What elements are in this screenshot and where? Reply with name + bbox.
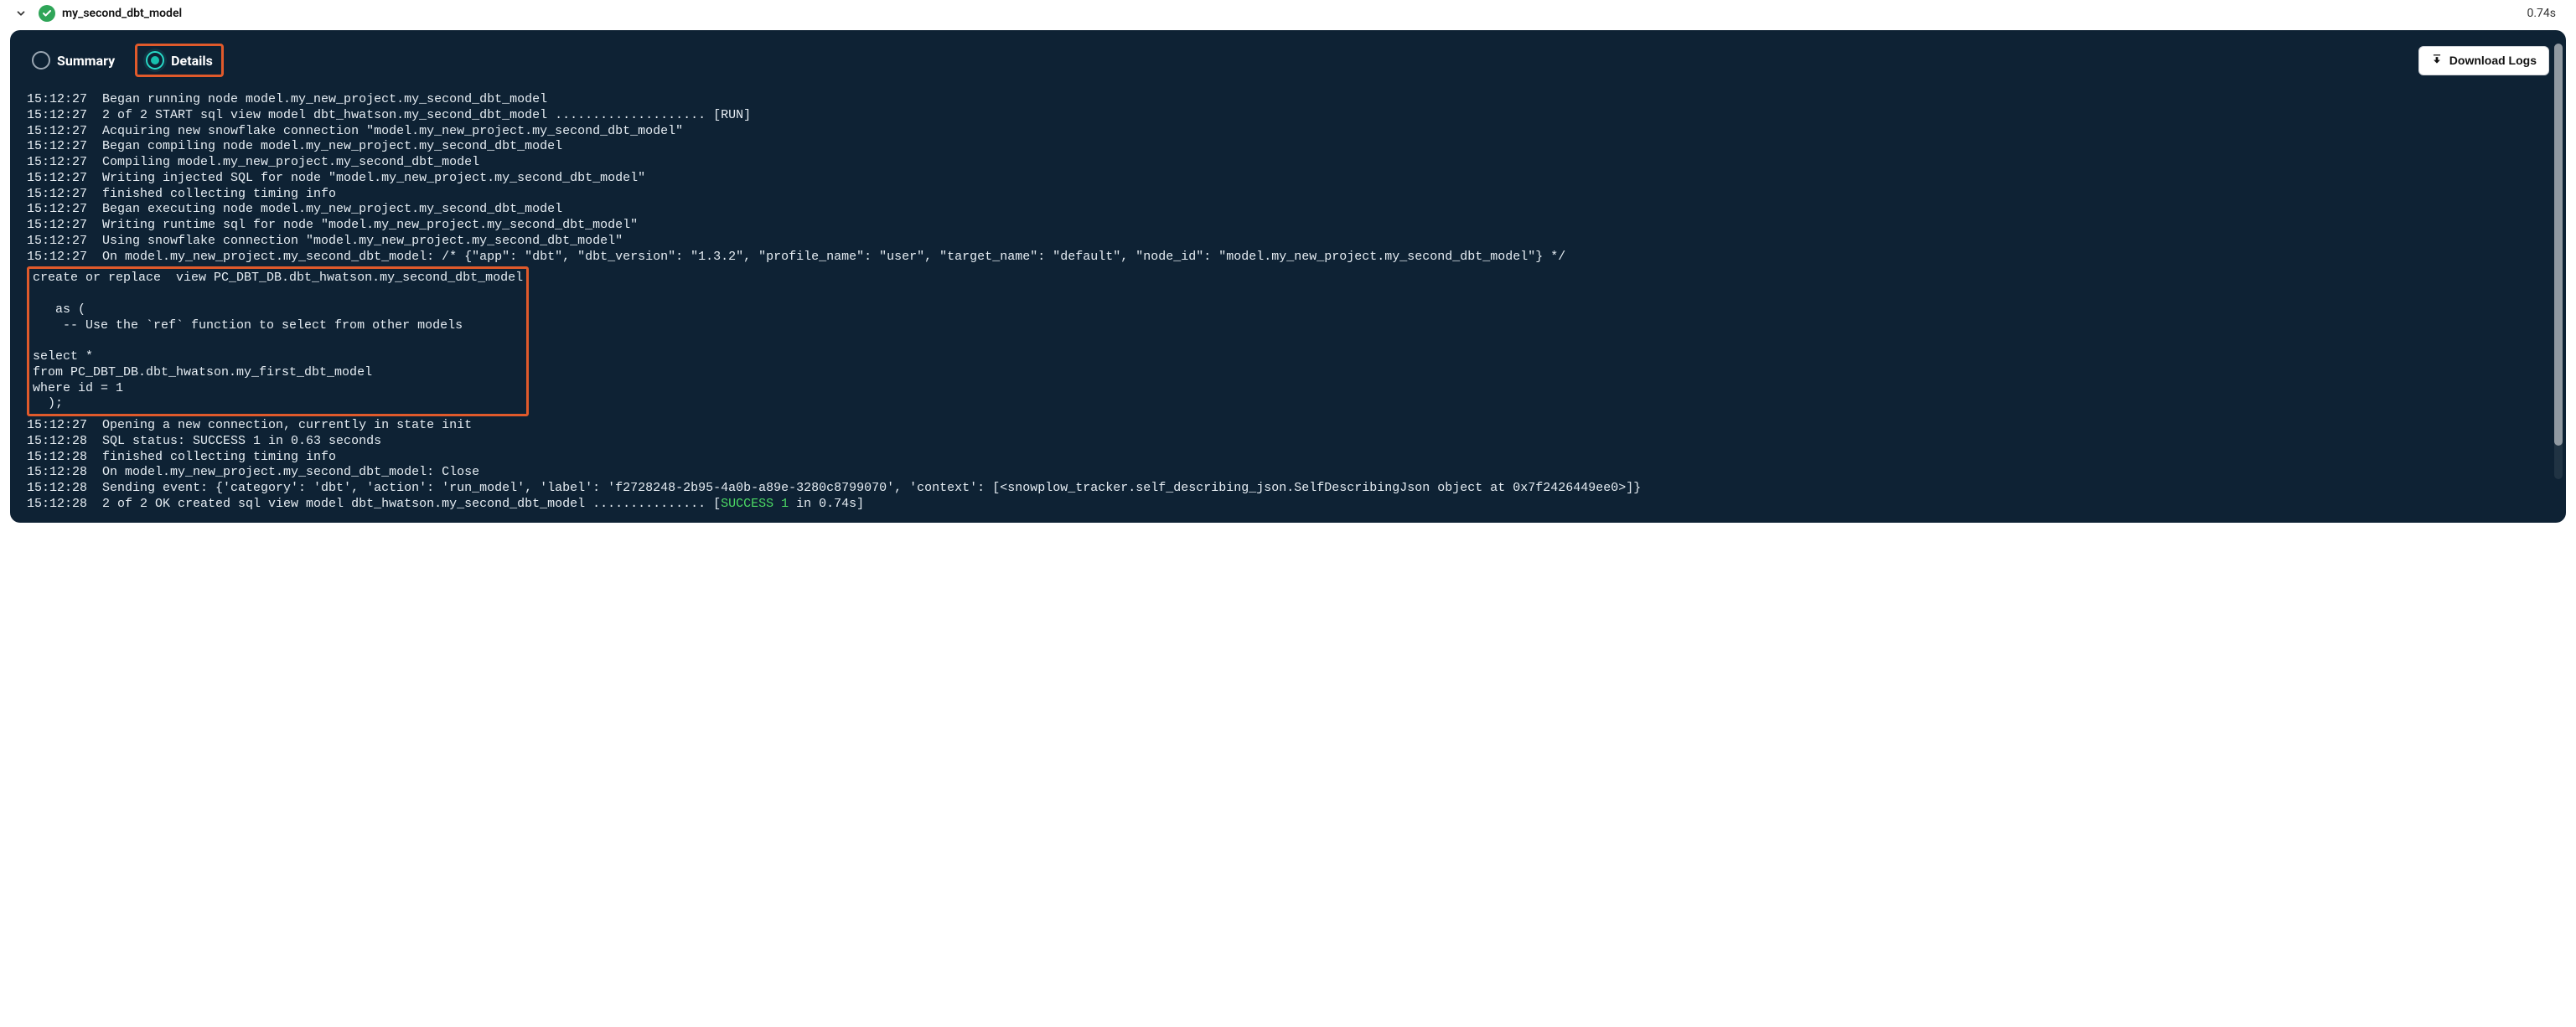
run-duration: 0.74s [2527, 7, 2563, 20]
log-line: 15:12:27 On model.my_new_project.my_seco… [27, 250, 2549, 266]
collapse-toggle[interactable] [13, 6, 28, 21]
tab-label: Details [171, 53, 213, 69]
log-line-final: 15:12:28 2 of 2 OK created sql view mode… [27, 497, 2549, 513]
scrollbar[interactable] [2554, 44, 2563, 479]
download-label: Download Logs [2449, 54, 2537, 67]
model-run-panel: my_second_dbt_model 0.74s Summary Detail… [0, 0, 2576, 529]
tab-label: Summary [57, 53, 115, 69]
log-line: 15:12:27 finished collecting timing info [27, 187, 2549, 203]
terminal-toolbar: Summary Details Download Logs [27, 44, 2549, 77]
status-success-icon [39, 5, 55, 22]
log-line: 15:12:28 On model.my_new_project.my_seco… [27, 465, 2549, 481]
log-line: 15:12:27 Acquiring new snowflake connect… [27, 124, 2549, 140]
log-line: 15:12:27 Began executing node model.my_n… [27, 202, 2549, 218]
radio-icon-active [146, 51, 164, 70]
scrollbar-thumb[interactable] [2554, 44, 2563, 446]
sql-highlight-box: create or replace view PC_DBT_DB.dbt_hwa… [27, 266, 529, 416]
log-line: 15:12:27 Writing injected SQL for node "… [27, 171, 2549, 187]
log-line: 15:12:28 finished collecting timing info [27, 450, 2549, 466]
log-line: 15:12:27 Opening a new connection, curre… [27, 418, 2549, 434]
success-token: SUCCESS 1 [721, 497, 789, 511]
download-icon [2431, 54, 2443, 68]
log-line: 15:12:27 Began running node model.my_new… [27, 92, 2549, 108]
log-line: 15:12:27 Using snowflake connection "mod… [27, 234, 2549, 250]
tab-list: Summary Details [27, 44, 224, 77]
log-line: 15:12:28 SQL status: SUCCESS 1 in 0.63 s… [27, 434, 2549, 450]
log-line: 15:12:27 2 of 2 START sql view model dbt… [27, 108, 2549, 124]
panel-header: my_second_dbt_model 0.74s [10, 0, 2566, 27]
log-line: 15:12:27 Compiling model.my_new_project.… [27, 155, 2549, 171]
tab-summary[interactable]: Summary [27, 48, 120, 73]
download-logs-button[interactable]: Download Logs [2418, 46, 2549, 75]
log-output: 15:12:27 Began running node model.my_new… [27, 92, 2549, 513]
log-line: 15:12:27 Writing runtime sql for node "m… [27, 218, 2549, 234]
log-line: 15:12:28 Sending event: {'category': 'db… [27, 481, 2549, 497]
tab-details[interactable]: Details [135, 44, 224, 77]
model-title: my_second_dbt_model [62, 7, 182, 20]
terminal-panel: Summary Details Download Logs 15:12:27 B… [10, 30, 2566, 523]
log-line: 15:12:27 Began compiling node model.my_n… [27, 139, 2549, 155]
radio-icon [32, 51, 50, 70]
